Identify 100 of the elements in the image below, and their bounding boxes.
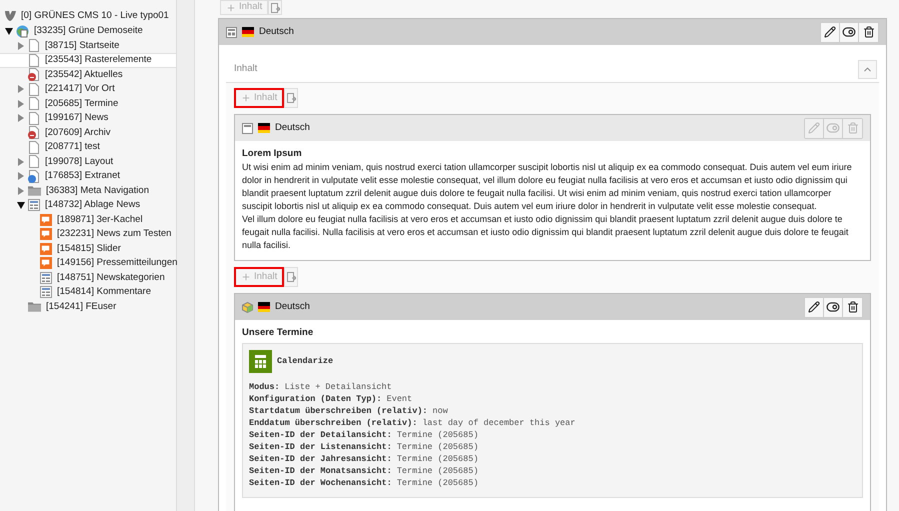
tree-item[interactable]: [38715] Startseite bbox=[0, 38, 176, 53]
flag-icon bbox=[242, 27, 254, 37]
tree-item-label: [176853] Extranet bbox=[45, 169, 120, 184]
toggle-icon bbox=[842, 25, 856, 39]
tree-item-label: [235542] Aktuelles bbox=[45, 68, 123, 82]
body-text: Vel illum dolore eu feugiat nulla facilisis at vero eros et accumsan et iusto odio dignissim qui blandit praesent luptatum zzril delenit augue duis dolore te feugait nulla facilisi. Nulla facilisis at vero eros et accumsan et iusto odio dignissim qui blandit praesent luptatum zzril delenit augue duis dolore te feugait nulla facilisi. bbox=[242, 213, 850, 252]
field-value: Termine (205685) bbox=[396, 440, 478, 452]
page-icon bbox=[28, 155, 40, 168]
tree-item[interactable]: [235542] Aktuelles bbox=[0, 68, 176, 82]
tree-item[interactable]: [205685] Termine bbox=[0, 96, 176, 111]
edit-button[interactable] bbox=[821, 22, 840, 42]
clipboard-icon bbox=[286, 93, 296, 103]
paste-button[interactable] bbox=[268, 0, 282, 15]
page-hidden-icon bbox=[28, 126, 40, 140]
tree-item[interactable]: [199167] News bbox=[0, 111, 176, 126]
field-label: Seiten-ID der Jahresansicht: bbox=[249, 452, 392, 464]
expanded-caret-icon[interactable] bbox=[16, 202, 24, 209]
tree-item-label: [154815] Slider bbox=[57, 242, 121, 256]
paste-button[interactable] bbox=[284, 88, 298, 108]
tree-item[interactable]: [189871] 3er-Kachel bbox=[0, 212, 176, 227]
tree-item-label: [235543] Rasterelemente bbox=[45, 53, 152, 68]
field-value: Event bbox=[386, 392, 412, 404]
field-value: Termine (205685) bbox=[396, 428, 478, 440]
tree-item-label: [199078] Layout bbox=[45, 154, 114, 169]
calendar-icon bbox=[249, 350, 272, 372]
collapsed-caret-icon[interactable] bbox=[18, 158, 24, 166]
tree-item[interactable]: [199078] Layout bbox=[0, 154, 176, 169]
logo-icon bbox=[4, 10, 17, 22]
list-page-icon bbox=[40, 272, 52, 284]
tree-item[interactable]: [36383] Meta Navigation bbox=[0, 184, 176, 198]
news-icon bbox=[40, 257, 52, 270]
trash-icon bbox=[846, 301, 858, 314]
folder-icon bbox=[28, 301, 41, 312]
page-icon bbox=[28, 112, 40, 125]
tree-item-label: [33235] Grüne Demoseite bbox=[34, 24, 143, 38]
field-value: last day of december this year bbox=[422, 416, 576, 428]
tree-item[interactable]: [148751] Newskategorien bbox=[0, 270, 176, 285]
pencil-icon bbox=[808, 122, 820, 134]
field-value: Liste + Detailansicht bbox=[284, 380, 392, 392]
collapsed-caret-icon[interactable] bbox=[18, 172, 24, 180]
field-label: Konfiguration (Daten Typ): bbox=[249, 392, 382, 404]
toggle-visibility-button[interactable] bbox=[824, 118, 843, 138]
field-value: now bbox=[432, 404, 448, 416]
collapsed-caret-icon[interactable] bbox=[18, 100, 24, 108]
tree-item[interactable]: [207609] Archiv bbox=[0, 126, 176, 140]
page-shortcut-icon bbox=[28, 170, 40, 183]
field-label: Seiten-ID der Wochenansicht: bbox=[249, 476, 392, 488]
collapsed-caret-icon[interactable] bbox=[18, 42, 24, 50]
news-icon bbox=[40, 214, 52, 226]
tree-item[interactable]: [176853] Extranet bbox=[0, 169, 176, 184]
tree-item[interactable]: [221417] Vor Ort bbox=[0, 82, 176, 96]
field-label: Modus: bbox=[249, 380, 280, 392]
tree-item-label: [205685] Termine bbox=[45, 96, 118, 111]
collapsed-caret-icon[interactable] bbox=[18, 85, 24, 94]
tree-item[interactable]: [232231] News zum Testen bbox=[0, 227, 176, 242]
collapsed-caret-icon[interactable] bbox=[18, 114, 24, 122]
page-icon bbox=[28, 82, 40, 96]
folder-icon bbox=[28, 185, 41, 196]
list-page-icon bbox=[40, 286, 52, 298]
globe-icon bbox=[16, 24, 29, 38]
tree-item-label: [189871] 3er-Kachel bbox=[57, 212, 143, 227]
body-text: Ut wisi enim ad minim veniam, quis nostrud exerci tation ullamcorper suscipit lobortis nisl ut aliquip ex ea commodo consequat. Duis autem vel eum iriure dolor in hendrerit in vulputate velit esse molestie consequat, vel illum dolore eu feugiat nulla facilisis at vero eros et accumsan et iusto odio dignissim qui blandit praesent luptatum zzril delenit augue duis dolore te feugait nulla facilisi. Ut wisi enim ad minim veniam, quis nostrud exerci tation ullamcorper suscipit lobortis nisl ut aliquip ex ea commodo consequat. Duis autem vel eum iriure dolor in hendrerit in vulputate velit esse molestie consequat. bbox=[242, 161, 853, 214]
field-label: Startdatum überschreiben (relativ): bbox=[249, 404, 428, 416]
plus-icon bbox=[226, 2, 236, 12]
tree-item-label: [199167] News bbox=[45, 111, 108, 126]
tree-item[interactable]: [149156] Pressemitteilungen bbox=[0, 256, 176, 270]
tree-item[interactable]: [154241] FEuser bbox=[0, 300, 176, 314]
tree-item[interactable]: [154815] Slider bbox=[0, 242, 176, 256]
field-label: Seiten-ID der Detailansicht: bbox=[249, 428, 392, 440]
tree-item[interactable]: [208771] test bbox=[0, 140, 176, 154]
expanded-caret-icon[interactable] bbox=[4, 28, 12, 35]
field-value: Termine (205685) bbox=[396, 476, 478, 488]
grid-element-icon bbox=[226, 26, 237, 38]
tree-item[interactable]: [154814] Kommentare bbox=[0, 285, 176, 300]
field-value: Termine (205685) bbox=[396, 452, 478, 464]
pencil-icon bbox=[808, 301, 820, 314]
cube-icon bbox=[242, 302, 253, 313]
toggle-visibility-button[interactable] bbox=[824, 298, 843, 317]
toggle-icon bbox=[826, 300, 840, 314]
plus-icon bbox=[241, 93, 251, 103]
delete-button[interactable] bbox=[859, 22, 878, 42]
field-label: Enddatum überschreiben (relativ): bbox=[249, 416, 418, 428]
field-label: Seiten-ID der Monatsansicht: bbox=[249, 464, 392, 476]
tree-item-label: [148732] Ablage News bbox=[45, 198, 140, 212]
tree-item-label: [149156] Pressemitteilungen bbox=[57, 256, 178, 270]
page-hidden-icon bbox=[28, 68, 40, 82]
tree-item[interactable]: [148732] Ablage News bbox=[0, 198, 176, 212]
tree-item[interactable]: [33235] Grüne Demoseite bbox=[0, 24, 176, 38]
language-label: Deutsch bbox=[259, 24, 294, 39]
tree-item-label: [148751] Newskategorien bbox=[57, 270, 165, 285]
tree-root-label: [0] GRÜNES CMS 10 - Live typo01 bbox=[21, 8, 169, 23]
toggle-visibility-button[interactable] bbox=[840, 22, 859, 42]
page-icon bbox=[28, 39, 40, 52]
trash-icon bbox=[846, 122, 858, 134]
tree-item-label: [232231] News zum Testen bbox=[57, 227, 172, 242]
collapse-button[interactable] bbox=[858, 60, 877, 79]
delete-button[interactable] bbox=[843, 298, 862, 317]
paste-button[interactable] bbox=[284, 267, 298, 288]
edit-button[interactable] bbox=[805, 298, 824, 317]
collapsed-caret-icon[interactable] bbox=[18, 186, 24, 195]
